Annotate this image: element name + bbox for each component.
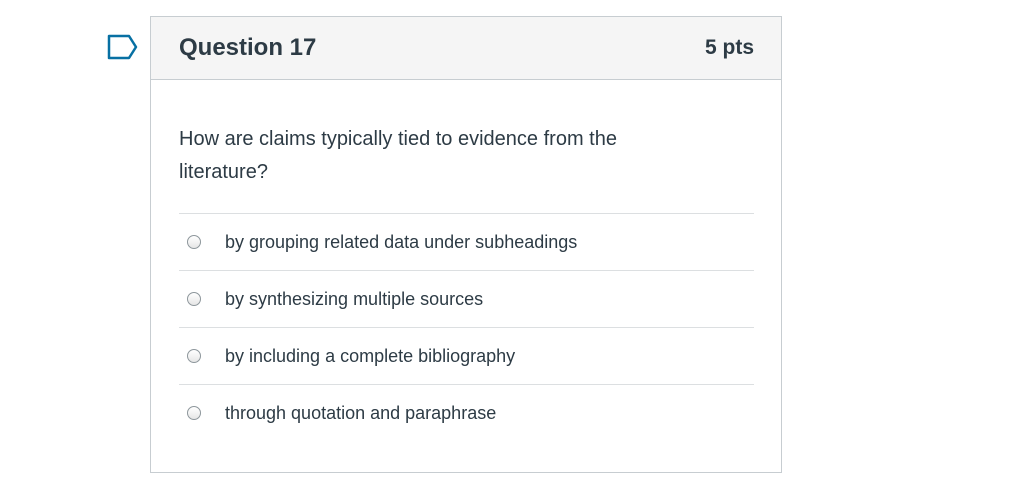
answer-label: by synthesizing multiple sources: [225, 288, 484, 309]
question-body: How are claims typically tied to evidenc…: [151, 80, 781, 441]
answer-option[interactable]: through quotation and paraphrase: [179, 385, 754, 441]
flag-question-icon[interactable]: [107, 34, 139, 60]
radio-button[interactable]: [187, 292, 201, 306]
answer-label: by grouping related data under subheadin…: [225, 231, 578, 252]
radio-button[interactable]: [187, 235, 201, 249]
answer-list: by grouping related data under subheadin…: [179, 213, 754, 441]
answer-label: by including a complete bibliography: [225, 345, 516, 366]
answer-option[interactable]: by including a complete bibliography: [179, 328, 754, 385]
question-card: Question 17 5 pts How are claims typical…: [150, 16, 782, 473]
question-text: How are claims typically tied to evidenc…: [179, 128, 617, 183]
question-header: Question 17 5 pts: [151, 17, 781, 80]
answer-option[interactable]: by synthesizing multiple sources: [179, 271, 754, 328]
answer-label: through quotation and paraphrase: [225, 402, 497, 423]
question-title: Question 17: [179, 34, 317, 61]
radio-button[interactable]: [187, 406, 201, 420]
answer-option[interactable]: by grouping related data under subheadin…: [179, 214, 754, 271]
radio-button[interactable]: [187, 349, 201, 363]
quiz-page: Question 17 5 pts How are claims typical…: [0, 0, 1024, 502]
question-points: 5 pts: [704, 36, 754, 59]
